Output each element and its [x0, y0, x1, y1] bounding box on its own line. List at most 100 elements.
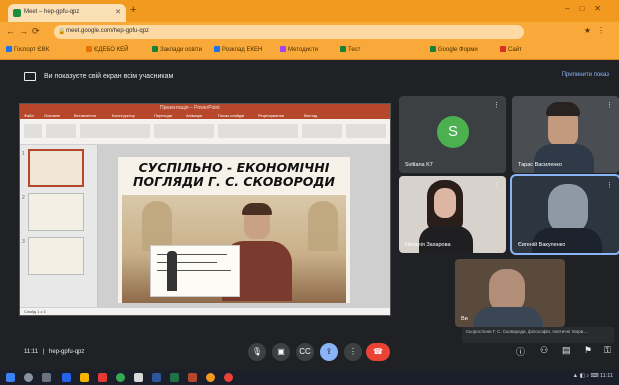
app-icon[interactable]: [224, 373, 233, 382]
font-group[interactable]: [80, 124, 150, 138]
participant-tile[interactable]: S ⋮ Svitlana K7: [399, 96, 506, 173]
participant-name: Ви: [461, 316, 468, 322]
powerpoint-titlebar: Презентація – PowerPoint: [20, 104, 390, 113]
browser-tab[interactable]: Meet – hep-gpfu-qpz ✕: [8, 4, 126, 22]
ribbon-tab[interactable]: Анімація: [186, 113, 202, 118]
more-options-icon[interactable]: ⋮: [606, 181, 613, 189]
presenting-text: Ви показуєте свій екран всім учасникам: [44, 73, 174, 80]
edge-icon[interactable]: [62, 373, 71, 382]
slide-thumbnail[interactable]: [28, 237, 84, 275]
slide-thumbnail[interactable]: [28, 193, 84, 231]
voice-group[interactable]: [346, 124, 386, 138]
camera-icon[interactable]: ▣: [272, 343, 290, 361]
lock-icon[interactable]: ⚿: [604, 345, 611, 356]
address-bar[interactable]: 🔒 meet.google.com/hep-gpfu-qpz: [54, 25, 524, 39]
activities-icon[interactable]: ⚑: [584, 345, 592, 356]
participant-name: Євгеній Вакуленко: [518, 242, 566, 248]
captions-icon[interactable]: CC: [296, 343, 314, 361]
start-icon[interactable]: [6, 373, 15, 382]
caption-box: Скоростіння Г. С. Сковороди, філософія, …: [462, 327, 614, 343]
ribbon-tab[interactable]: Основне: [44, 113, 60, 118]
present-screen-icon: [24, 72, 36, 81]
bookmark-item[interactable]: Розклад ЕКЕН: [214, 46, 262, 53]
slide-title: СУСПІЛЬНО - ЕКОНОМІЧНІ ПОГЛЯДИ Г. С. СКО…: [133, 160, 335, 189]
powerpoint-title: Презентація – PowerPoint: [160, 105, 220, 111]
ribbon-tab[interactable]: Рецензування: [258, 113, 284, 118]
slide-canvas[interactable]: СУСПІЛЬНО - ЕКОНОМІЧНІ ПОГЛЯДИ Г. С. СКО…: [118, 157, 350, 303]
chrome-icon[interactable]: [116, 373, 125, 382]
bookmark-item[interactable]: Методисти: [280, 46, 318, 53]
participant-name: Тарас Василенко: [518, 162, 562, 168]
slide-editor: СУСПІЛЬНО - ЕКОНОМІЧНІ ПОГЛЯДИ Г. С. СКО…: [98, 145, 390, 309]
bookmark-item[interactable]: ЄДЕБО КЕЙ: [86, 46, 128, 53]
ribbon-tab[interactable]: Переходи: [154, 113, 172, 118]
participant-name: Svitlana K7: [405, 162, 433, 168]
participant-tile-active-speaker[interactable]: ⋮ Євгеній Вакуленко: [510, 174, 619, 255]
more-options-icon[interactable]: ⋮: [493, 101, 500, 109]
system-tray[interactable]: ▲ ◧ ♪ ⌨ 11:11: [573, 373, 613, 379]
bookmark-item[interactable]: Сайт: [500, 46, 522, 53]
powerpoint-icon[interactable]: [188, 373, 197, 382]
bookmark-item[interactable]: Госпорт ЄВК: [6, 46, 49, 53]
meeting-code: hep-gpfu-qpz: [49, 349, 85, 355]
window-controls[interactable]: –□✕: [565, 4, 611, 13]
slide-thumbnail[interactable]: [28, 149, 84, 187]
nav-buttons[interactable]: ←→⟳: [6, 26, 44, 37]
meeting-info: 11:11 | hep-gpfu-qpz: [24, 349, 85, 355]
folder-icon[interactable]: [80, 373, 89, 382]
app-icon[interactable]: [134, 373, 143, 382]
slide-image: [122, 195, 346, 303]
meet-favicon-icon: [13, 9, 21, 17]
present-icon[interactable]: ⇪: [320, 343, 338, 361]
powerpoint-toolbar: [20, 119, 390, 145]
close-tab-icon[interactable]: ✕: [115, 8, 121, 16]
monument-image: [167, 251, 177, 291]
lock-icon: 🔒: [58, 29, 66, 35]
manuscript-image: [150, 245, 240, 297]
browser-tabstrip: Meet – hep-gpfu-qpz ✕ + –□✕: [0, 0, 619, 22]
word-icon[interactable]: [152, 373, 161, 382]
more-options-icon[interactable]: ⋮: [493, 181, 500, 189]
bookmarks-bar: Госпорт ЄВК ЄДЕБО КЕЙ Заклади освіти Роз…: [0, 42, 619, 60]
info-icon[interactable]: ⓘ: [516, 345, 525, 358]
presenting-banner: Ви показуєте свій екран всім учасникам П…: [0, 60, 619, 96]
bookmark-item[interactable]: Заклади освіти: [152, 46, 202, 53]
ribbon-tab[interactable]: Конструктор: [112, 113, 135, 118]
powerpoint-statusbar: Слайд 1 з 3: [20, 307, 390, 315]
new-tab-icon[interactable]: +: [130, 4, 136, 16]
ribbon-tab[interactable]: Вставлення: [74, 113, 96, 118]
url-text: meet.google.com/hep-gpfu-qpz: [66, 28, 150, 34]
mic-icon[interactable]: 🎙: [248, 343, 266, 361]
slides-group[interactable]: [46, 124, 76, 138]
more-icon[interactable]: ⋮: [344, 343, 362, 361]
app-icon[interactable]: [98, 373, 107, 382]
participant-tile[interactable]: ⋮ Тарас Василенко: [512, 96, 619, 173]
excel-icon[interactable]: [170, 373, 179, 382]
ribbon-tab[interactable]: Показ слайдів: [218, 113, 244, 118]
bookmark-item[interactable]: Тест: [340, 46, 360, 53]
app-icon[interactable]: [206, 373, 215, 382]
extension-icons[interactable]: ★⋮: [584, 26, 611, 35]
shared-screen: Презентація – PowerPoint Файл Основне Вс…: [19, 103, 391, 316]
ribbon-tab[interactable]: Вигляд: [304, 113, 317, 118]
windows-taskbar: ▲ ◧ ♪ ⌨ 11:11: [0, 370, 619, 385]
avatar: S: [437, 116, 469, 148]
browser-toolbar: ←→⟳ 🔒 meet.google.com/hep-gpfu-qpz ★⋮: [0, 22, 619, 42]
bookmark-item[interactable]: Google Форми: [430, 46, 478, 53]
people-icon[interactable]: ⚇: [540, 345, 548, 356]
taskview-icon[interactable]: [42, 373, 51, 382]
ribbon-tab[interactable]: Файл: [24, 113, 34, 118]
paste-icon[interactable]: [24, 124, 42, 138]
hangup-icon[interactable]: ☎: [366, 343, 390, 361]
self-view-tile[interactable]: Ви: [455, 259, 565, 327]
drawing-group[interactable]: [218, 124, 298, 138]
chat-icon[interactable]: ▤: [562, 345, 571, 356]
stop-presenting-button[interactable]: Припинити показ: [562, 72, 609, 78]
slide-thumbnails: 1 2 3: [20, 145, 98, 309]
slide-count: Слайд 1 з 3: [24, 309, 46, 314]
paragraph-group[interactable]: [154, 124, 214, 138]
participant-tile[interactable]: ⋮ Наталія Захарова: [399, 176, 506, 253]
editing-group[interactable]: [302, 124, 342, 138]
search-icon[interactable]: [24, 373, 33, 382]
more-options-icon[interactable]: ⋮: [606, 101, 613, 109]
